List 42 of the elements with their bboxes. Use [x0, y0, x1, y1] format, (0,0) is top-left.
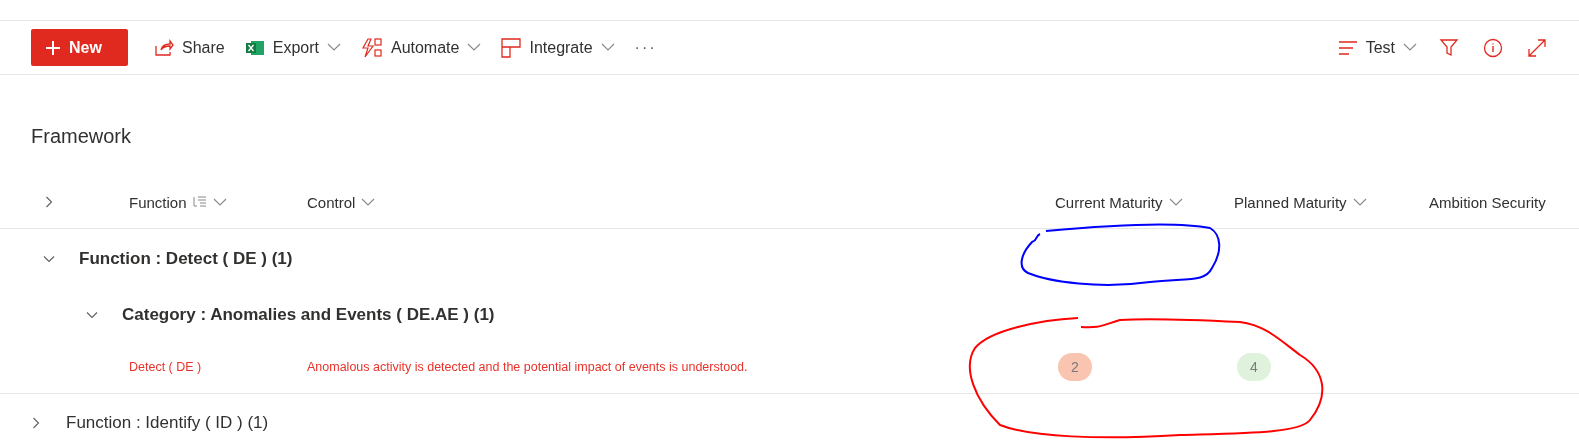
caret-icon	[361, 197, 376, 207]
share-icon	[154, 38, 174, 57]
spreadsheet-icon	[244, 38, 265, 57]
grid-icon	[501, 37, 522, 58]
group-by-icon	[192, 196, 207, 208]
caret-icon	[1352, 197, 1367, 207]
toolbar-button[interactable]: Share	[144, 29, 235, 66]
caret-icon	[1403, 43, 1417, 52]
more-button[interactable]: ···	[624, 29, 667, 66]
caret-icon	[600, 43, 615, 52]
group-header[interactable]: Function : Identify ( ID ) (1)	[66, 413, 269, 433]
list-title: Framework	[31, 125, 131, 147]
caret-icon	[467, 43, 482, 52]
caret-icon	[212, 197, 227, 207]
group-header[interactable]: Function : Detect ( DE ) (1)	[79, 249, 293, 269]
column-header[interactable]: Function	[129, 193, 307, 211]
chevron-icon[interactable]	[43, 253, 55, 265]
caret-icon	[1168, 197, 1183, 207]
chevron-icon[interactable]	[43, 196, 55, 208]
group-header[interactable]: Category : Anomalies and Events ( DE.AE ) (1)	[122, 305, 495, 325]
chevron-icon[interactable]	[86, 309, 98, 321]
chevron-icon[interactable]	[30, 417, 42, 429]
caret-icon	[326, 43, 341, 52]
view-selector[interactable]: Test	[1327, 29, 1427, 66]
maturity-pill: 4	[1237, 353, 1271, 381]
toolbar-button[interactable]: Export	[234, 29, 351, 66]
new-button[interactable]: New	[31, 29, 128, 66]
lightning-icon	[360, 37, 383, 58]
toolbar-button[interactable]: Automate	[350, 29, 492, 66]
column-header[interactable]: Current Maturity	[1055, 193, 1234, 211]
info-icon	[1483, 37, 1503, 58]
list-lines-icon	[1337, 40, 1358, 55]
plus-icon	[45, 39, 61, 56]
column-header[interactable]: Planned Maturity	[1234, 193, 1429, 211]
filter-icon	[1439, 37, 1459, 58]
maturity-pill: 2	[1058, 353, 1092, 381]
toolbar-button[interactable]: Integrate	[491, 29, 625, 66]
expand-arrows-icon	[1527, 37, 1547, 58]
table-cell: Detect ( DE )	[129, 360, 202, 374]
table-cell: Anomalous activity is detected and the potential impact of events is understood.	[307, 360, 748, 374]
column-header[interactable]: Control	[307, 193, 1055, 211]
column-header[interactable]: Ambition Security	[1429, 193, 1579, 211]
